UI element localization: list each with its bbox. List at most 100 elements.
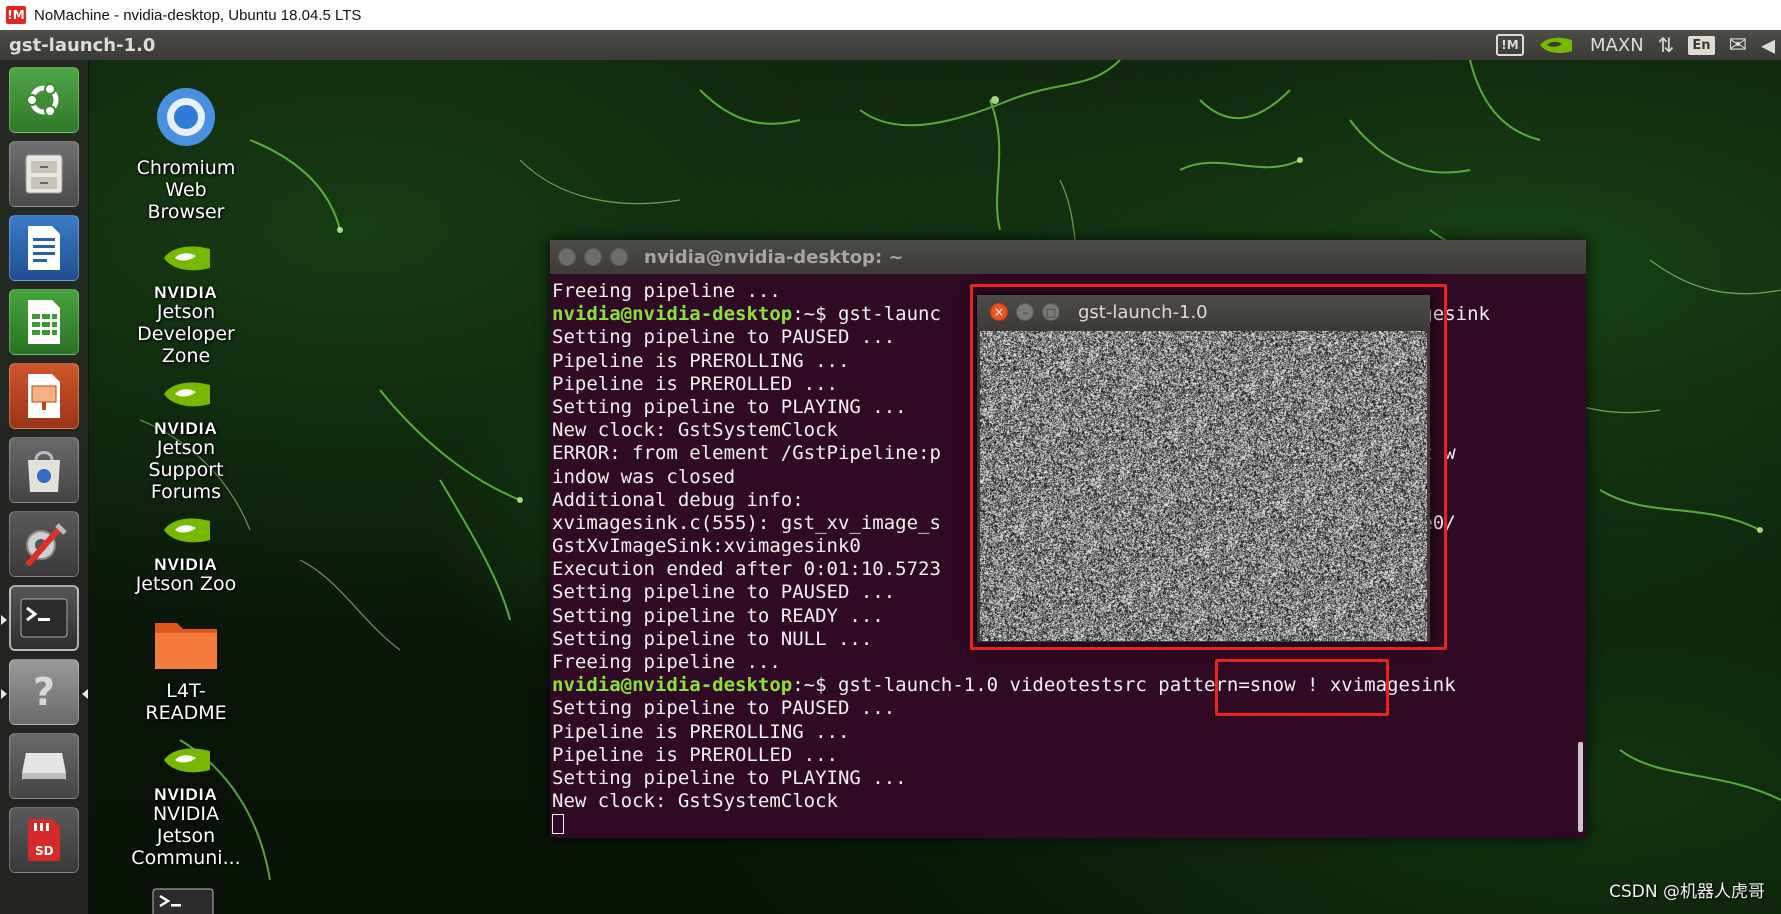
terminal-line-text: indow was closed [552,465,736,488]
launcher-calc[interactable] [9,289,79,355]
nvidia-tray-icon[interactable] [1538,34,1576,56]
terminal-line-text: Additional debug info: [552,488,804,511]
shopping-bag-icon [28,451,60,492]
terminal-line-text: Pipeline is PREROLLING ... [552,349,850,372]
sd-card-icon: SD [28,819,60,861]
system-tray: !M MAXN ⇅ En ✉ ◀ [1496,30,1781,60]
terminal-scrollbar[interactable] [1578,742,1583,832]
terminal-line-text: New clock: GstSystemClock [552,790,838,813]
launcher-files[interactable] [9,141,79,207]
terminal-line-text: Setting pipeline to PAUSED ... [552,581,896,604]
desktop-icon-label: Jetson Zoo [135,573,237,595]
terminal-line-text: Pipeline is PREROLLING ... [552,720,850,743]
terminal-cursor-line [552,813,1574,836]
nvidia-wordmark: NVIDIA [154,419,218,438]
ubuntu-icon [26,83,59,117]
launcher-sd-card[interactable]: SD [9,807,79,873]
pattern-snow-highlight [1215,659,1389,716]
desktop-icon-jetson-zoo[interactable]: NVIDIA Jetson Zoo [126,508,246,595]
desktop-icon-nvidia-jetson-community[interactable]: NVIDIA NVIDIA Jetson Communi... [126,738,246,869]
terminal-line-text: Setting pipeline to PAUSED ... [552,326,896,349]
terminal-line: Setting pipeline to PAUSED ... [552,697,1574,720]
nvidia-icon [164,518,210,543]
nvidia-wordmark: NVIDIA [154,785,218,804]
keyboard-layout-indicator[interactable]: En [1688,35,1715,55]
desktop-icon-jetson-support-forums[interactable]: NVIDIA Jetson Support Forums [126,372,246,503]
desktop-icon-label: README [145,702,227,724]
nvidia-icon [164,246,210,271]
desktop-terminal-shortcut-icon[interactable] [152,888,214,914]
desktop-icon-label: Zone [161,345,211,367]
terminal-icon [20,598,68,638]
mail-icon[interactable]: ✉ [1729,33,1747,58]
launcher-disk-drive[interactable] [9,733,79,799]
desktop-icon-label: NVIDIA [152,803,220,825]
window-title: NoMachine - nvidia-desktop, Ubuntu 18.04… [34,6,362,24]
desktop-icon-l4t-readme[interactable]: L4T- README [126,615,246,724]
nomachine-titlebar[interactable]: !M NoMachine - nvidia-desktop, Ubuntu 18… [0,0,1781,31]
unity-launcher: ? SD [0,60,89,914]
terminal-running-indicator [1,615,7,625]
desktop-icon-label: Developer [137,323,235,345]
drive-icon [22,753,66,779]
network-arrows-icon[interactable]: ⇅ [1658,33,1675,57]
launcher-impress[interactable] [9,363,79,429]
launcher-help[interactable]: ? [9,659,79,725]
terminal-line: nvidia@nvidia-desktop:~$ gst-launch-1.0 … [552,674,1574,697]
terminal-line-text: Setting pipeline to NULL ... [552,627,873,650]
launcher-system-settings[interactable] [9,511,79,577]
power-mode-label[interactable]: MAXN [1590,35,1644,56]
desktop-icon-label: Communi... [131,847,241,869]
desktop-icon-label: Forums [150,481,222,503]
desktop-icon-label: L4T- [166,680,206,702]
launcher-ubuntu-dash[interactable] [9,67,79,133]
terminal-line: Pipeline is PREROLLED ... [552,744,1574,767]
terminal-line: Freeing pipeline ... [552,651,1574,674]
settings-tools-icon [26,523,67,566]
ubuntu-top-panel: gst-launch-1.0 !M MAXN ⇅ En ✉ ◀ [0,30,1781,60]
impress-icon [28,374,60,418]
file-cabinet-icon [25,154,63,194]
folder-icon [155,623,217,669]
terminal-line-text: GstXvImageSink:xvimagesink0 [552,535,861,558]
shell-prompt: nvidia@nvidia-desktop [552,303,793,326]
terminal-titlebar[interactable]: nvidia@nvidia-desktop: ~ [550,240,1586,274]
terminal-line-text: Pipeline is PREROLLED ... [552,743,838,766]
desktop-icon-label: Jetson [156,301,216,323]
launcher-writer[interactable] [9,215,79,281]
terminal-line: Pipeline is PREROLLING ... [552,721,1574,744]
help-focused-indicator [82,689,88,699]
terminal-close-button[interactable] [558,248,576,266]
desktop-icon-label: Support [148,459,224,481]
launcher-terminal[interactable] [9,585,79,651]
terminal-title: nvidia@nvidia-desktop: ~ [644,246,904,268]
nomachine-tray-icon[interactable]: !M [1496,34,1525,56]
shell-prompt: nvidia@nvidia-desktop [552,674,793,697]
nvidia-icon [164,748,210,773]
terminal-line-text: Setting pipeline to PLAYING ... [552,766,907,789]
nvidia-wordmark: NVIDIA [154,555,218,574]
help-running-indicator [1,689,7,699]
terminal-line: New clock: GstSystemClock [552,790,1574,813]
writer-icon [28,226,60,270]
gst-window-highlight [970,284,1447,650]
terminal-minimize-button[interactable] [584,248,602,266]
launcher-software-center[interactable] [9,437,79,503]
terminal-line-text: Setting pipeline to READY ... [552,604,884,627]
desktop-icon-label: Jetson [156,437,216,459]
terminal-line-text: Setting pipeline to PAUSED ... [552,697,896,720]
volume-icon[interactable]: ◀ [1761,33,1775,57]
desktop-icon-chromium[interactable]: Chromium Web Browser [126,86,246,223]
csdn-watermark: CSDN @机器人虎哥 [1609,882,1765,902]
terminal-line-text: Setting pipeline to PLAYING ... [552,395,907,418]
desktop-icon-jetson-developer-zone[interactable]: NVIDIA Jetson Developer Zone [126,236,246,367]
terminal-line: Setting pipeline to PLAYING ... [552,767,1574,790]
desktop-icon-label: Web [165,179,207,201]
calc-icon [28,300,60,344]
nvidia-icon [164,382,210,407]
desktop-icon-label: Browser [147,201,225,223]
terminal-maximize-button[interactable] [610,248,628,266]
terminal-line-text: Execution ended after 0:01:10.5723 [552,558,941,581]
desktop-icon-label: Jetson [156,825,216,847]
active-app-title: gst-launch-1.0 [9,34,156,56]
